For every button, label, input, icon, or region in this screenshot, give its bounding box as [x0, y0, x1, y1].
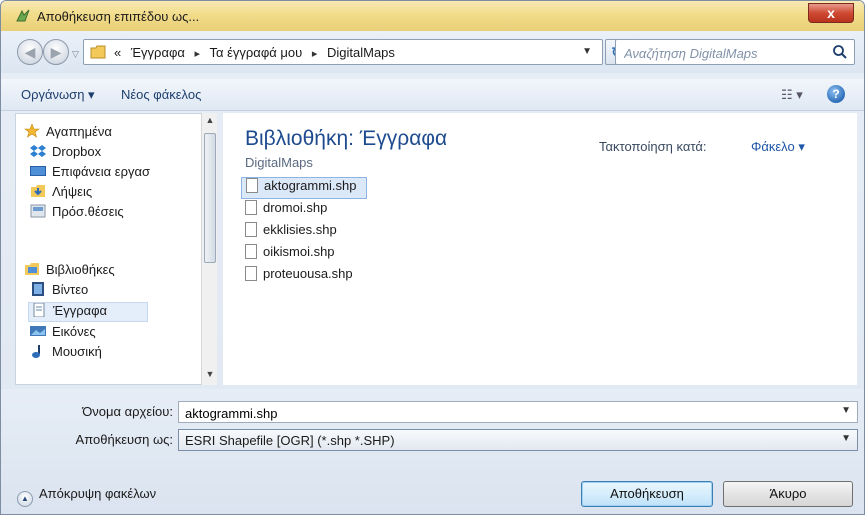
save-options-panel: Όνομα αρχείου: ▼ Αποθήκευση ως: ESRI Sha…: [1, 389, 864, 514]
breadcrumb-separator-icon[interactable]: ▸: [312, 48, 318, 60]
scrollbar-thumb[interactable]: [204, 133, 216, 263]
scroll-up-icon[interactable]: ▲: [204, 115, 216, 129]
command-toolbar: Οργάνωση ▾ Νέος φάκελος ☷ ▾ ?: [1, 79, 864, 111]
nav-item-libraries[interactable]: Βιβλιοθήκες: [24, 262, 115, 282]
close-button[interactable]: x: [808, 3, 854, 23]
nav-item-label: Εικόνες: [52, 324, 96, 339]
file-list-pane: Βιβλιοθήκη: Έγγραφα DigitalMaps Τακτοποί…: [223, 113, 857, 385]
breadcrumb-item-digitalmaps[interactable]: DigitalMaps: [327, 45, 395, 60]
file-item-dromoi[interactable]: dromoi.shp: [241, 200, 327, 222]
address-bar[interactable]: « Έγγραφα ▸ Τα έγγραφά μου ▸ DigitalMaps…: [83, 39, 603, 65]
file-name: oikismoi.shp: [263, 244, 335, 259]
breadcrumb-item-my-documents[interactable]: Τα έγγραφά μου: [209, 45, 302, 60]
libraries-icon: [25, 263, 39, 275]
video-icon: [32, 282, 44, 296]
library-title: Βιβλιοθήκη: Έγγραφα: [245, 127, 448, 150]
nav-item-recent-places[interactable]: Πρόσ.θέσεις: [30, 204, 124, 224]
file-name: proteuousa.shp: [263, 266, 353, 281]
save-type-label: Αποθήκευση ως:: [75, 432, 173, 447]
save-type-select[interactable]: ESRI Shapefile [OGR] (*.shp *.SHP) ▼: [178, 429, 858, 451]
file-item-oikismoi[interactable]: oikismoi.shp: [241, 244, 335, 266]
back-arrow-icon: ◀: [24, 44, 36, 60]
help-icon[interactable]: ?: [827, 85, 845, 103]
downloads-icon: [31, 185, 45, 197]
file-item-proteuousa[interactable]: proteuousa.shp: [241, 266, 353, 288]
navigation-pane-scrollbar[interactable]: ▲ ▼: [201, 113, 217, 385]
hide-folders-toggle[interactable]: ▲ Απόκρυψη φακέλων: [17, 486, 156, 507]
filename-label: Όνομα αρχείου:: [82, 404, 173, 419]
save-type-dropdown-icon[interactable]: ▼: [841, 433, 851, 444]
search-icon: [833, 45, 847, 59]
folder-icon: [90, 45, 106, 59]
save-dialog: Αποθήκευση επιπέδου ως... x ◀ ▶ ▽ « Έγγρ…: [0, 0, 865, 515]
nav-item-label: Βίντεο: [52, 282, 89, 297]
file-name: dromoi.shp: [263, 200, 328, 215]
nav-item-label: Λήψεις: [52, 184, 93, 199]
dropbox-icon: [30, 145, 46, 157]
breadcrumb: « Έγγραφα ▸ Τα έγγραφά μου ▸ DigitalMaps: [114, 45, 395, 60]
navigation-pane: Αγαπημένα Dropbox Επιφάνεια εργασ Λήψεις…: [15, 113, 215, 385]
nav-item-label: Μουσική: [52, 344, 102, 359]
organize-menu-button[interactable]: Οργάνωση ▾: [21, 87, 95, 103]
nav-item-music[interactable]: Μουσική: [30, 344, 102, 364]
file-item-aktogrammi[interactable]: aktogrammi.shp: [241, 177, 368, 199]
forward-button[interactable]: ▶: [43, 39, 69, 65]
nav-item-desktop[interactable]: Επιφάνεια εργασ: [30, 164, 150, 184]
filename-input[interactable]: [185, 404, 825, 422]
window-title: Αποθήκευση επιπέδου ως...: [37, 9, 200, 24]
pictures-icon: [30, 326, 46, 336]
breadcrumb-separator-icon[interactable]: ▸: [195, 48, 201, 60]
nav-item-downloads[interactable]: Λήψεις: [30, 184, 92, 204]
file-icon: [245, 222, 257, 237]
arrange-by-label: Τακτοποίηση κατά:: [599, 139, 707, 154]
save-button[interactable]: Αποθήκευση: [581, 481, 713, 507]
file-icon: [245, 266, 257, 281]
desktop-icon: [30, 166, 46, 176]
qgis-app-icon: [16, 9, 30, 22]
address-row: ◀ ▶ ▽ « Έγγραφα ▸ Τα έγγραφά μου ▸ Digit…: [1, 31, 864, 73]
document-icon: [33, 303, 45, 317]
nav-item-label: Πρόσ.θέσεις: [52, 204, 124, 219]
filename-combobox[interactable]: ▼: [178, 401, 858, 423]
nav-item-label: Επιφάνεια εργασ: [52, 164, 151, 179]
breadcrumb-overflow[interactable]: «: [114, 45, 121, 60]
back-button[interactable]: ◀: [17, 39, 43, 65]
address-dropdown-icon[interactable]: ▼: [582, 46, 592, 57]
title-bar: Αποθήκευση επιπέδου ως... x: [1, 1, 864, 31]
hide-folders-label: Απόκρυψη φακέλων: [39, 486, 157, 501]
nav-item-label: Βιβλιοθήκες: [46, 262, 115, 277]
star-icon: [24, 124, 40, 138]
nav-item-favorites[interactable]: Αγαπημένα: [24, 124, 112, 144]
cancel-button[interactable]: Άκυρο: [723, 481, 853, 507]
nav-item-label: Dropbox: [52, 144, 102, 159]
file-item-ekklisies[interactable]: ekklisies.shp: [241, 222, 337, 244]
search-box[interactable]: [615, 39, 855, 65]
library-subtitle: DigitalMaps: [245, 155, 313, 170]
file-name: ekklisies.shp: [263, 222, 337, 237]
forward-arrow-icon: ▶: [50, 44, 62, 60]
nav-item-documents[interactable]: Έγγραφα: [28, 302, 149, 322]
file-icon: [246, 178, 258, 193]
file-icon: [245, 244, 257, 259]
arrange-by-dropdown[interactable]: Φάκελο ▾: [751, 139, 805, 155]
nav-item-pictures[interactable]: Εικόνες: [30, 324, 96, 344]
search-input[interactable]: [624, 44, 824, 62]
recent-places-icon: [30, 204, 46, 218]
save-type-value: ESRI Shapefile [OGR] (*.shp *.SHP): [185, 433, 395, 448]
recent-pages-dropdown-icon[interactable]: ▽: [72, 49, 79, 60]
nav-item-dropbox[interactable]: Dropbox: [30, 144, 101, 164]
breadcrumb-item-documents[interactable]: Έγγραφα: [131, 45, 185, 60]
scroll-down-icon[interactable]: ▼: [204, 369, 216, 383]
collapse-up-icon: ▲: [17, 491, 33, 507]
music-icon: [32, 345, 40, 358]
filename-dropdown-icon[interactable]: ▼: [841, 405, 851, 416]
nav-item-label: Αγαπημένα: [46, 124, 112, 139]
file-icon: [245, 200, 257, 215]
view-options-button[interactable]: ☷ ▾: [781, 87, 803, 103]
new-folder-button[interactable]: Νέος φάκελος: [121, 87, 201, 102]
nav-item-label: Έγγραφα: [53, 303, 108, 318]
file-name: aktogrammi.shp: [264, 178, 357, 193]
nav-item-videos[interactable]: Βίντεο: [30, 282, 88, 302]
